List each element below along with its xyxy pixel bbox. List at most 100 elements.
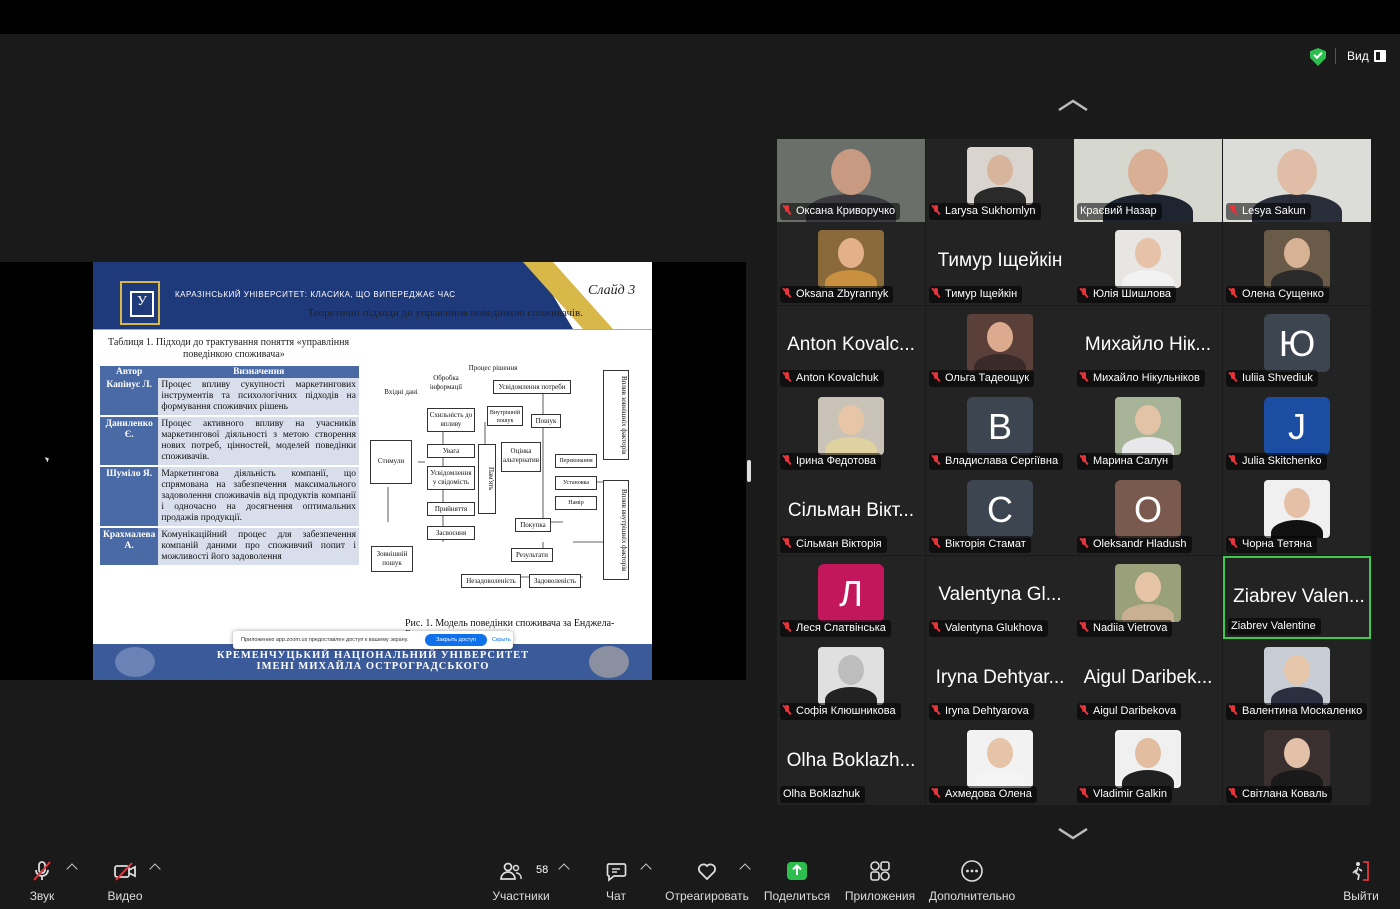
participant-name: Ахмедова Олена	[945, 788, 1032, 800]
diagram-label: Вхідні дані	[384, 388, 418, 396]
participant-tile[interactable]: Ахмедова Олена	[926, 722, 1074, 805]
participant-name-label: Леся Слатвінська	[780, 620, 891, 637]
participant-tile[interactable]: Olha Boklazh... Olha Boklazhuk	[777, 722, 925, 805]
participant-name: Вікторія Стамат	[945, 538, 1026, 550]
mic-muted-icon	[783, 455, 791, 465]
participant-tile[interactable]: Марина Салун	[1074, 389, 1222, 472]
participant-avatar: O	[1115, 480, 1181, 538]
participant-tile[interactable]: Юлія Шишлова	[1074, 222, 1222, 305]
participants-chevron-icon[interactable]	[558, 863, 570, 875]
mic-muted-icon	[1080, 538, 1088, 548]
participant-name-label: Olha Boklazhuk	[780, 786, 866, 803]
participant-tile[interactable]: Nadiia Vietrova	[1074, 556, 1222, 639]
view-menu-button[interactable]: Вид	[1347, 49, 1369, 63]
mic-muted-icon	[932, 205, 940, 215]
participant-name: Aigul Daribekova	[1093, 705, 1177, 717]
mic-muted-icon	[1080, 788, 1088, 798]
slide-subtitle: Теоретичні підходи до управління поведін…	[307, 307, 583, 319]
participant-tile[interactable]: Larysa Sukhomlyn	[926, 139, 1074, 222]
participant-display-name: Olha Boklazh...	[786, 750, 916, 771]
footer-university-name: КРЕМЕНЧУЦЬКИЙ НАЦІОНАЛЬНИЙ УНІВЕРСИТЕТ І…	[173, 650, 573, 672]
participant-tile[interactable]: Олена Сущенко	[1223, 222, 1371, 305]
participant-tile[interactable]: Ольга Тадеощук	[926, 306, 1074, 389]
participant-name: Oksana Zbyrannyk	[796, 288, 889, 300]
chat-label: Чат	[606, 889, 626, 903]
participant-name-label: Оксана Криворучко	[780, 203, 901, 220]
video-options-chevron-icon[interactable]	[149, 863, 161, 875]
gallery-prev-page-icon[interactable]	[1058, 99, 1088, 111]
participant-tile[interactable]: Краєвий Назар	[1074, 139, 1222, 222]
participant-tile[interactable]: Софія Клюшникова	[777, 639, 925, 722]
participants-button[interactable]: 58 Участники	[490, 849, 552, 909]
table-row: Даниленко Є. Процес активного впливу на …	[100, 416, 359, 467]
diagram-box-results: Результати	[511, 548, 553, 562]
participant-tile[interactable]: В Владислава Сергіївна	[926, 389, 1074, 472]
mic-muted-icon	[1080, 622, 1088, 632]
participant-tile[interactable]: J Julia Skitchenko	[1223, 389, 1371, 472]
chat-chevron-icon[interactable]	[640, 863, 652, 875]
participant-tile[interactable]: Lesya Sakun	[1223, 139, 1371, 222]
hide-notice-link[interactable]: Скрыть	[492, 637, 511, 643]
mic-muted-icon	[1229, 538, 1237, 548]
participant-name: Lesya Sakun	[1242, 205, 1306, 217]
participant-tile[interactable]: Iryna Dehtyar... Iryna Dehtyarova	[926, 639, 1074, 722]
participant-tile[interactable]: С Вікторія Стамат	[926, 472, 1074, 555]
share-screen-button[interactable]: Поделиться	[762, 849, 832, 909]
react-button[interactable]: Отреагировать	[664, 849, 750, 909]
diagram-box-beliefs: Переконання	[555, 454, 597, 468]
participant-avatar: Л	[818, 564, 884, 622]
diagram-box-evaluation: Оцінка альтернатив	[501, 442, 541, 472]
participant-name: Anton Kovalchuk	[796, 372, 879, 384]
participant-tile[interactable]: Оксана Криворучко	[777, 139, 925, 222]
table-row: Крахмалева А. Комунікаційний процес для …	[100, 527, 359, 567]
view-layout-icon[interactable]	[1374, 50, 1386, 62]
participant-tile[interactable]: Ірина Федотова	[777, 389, 925, 472]
audio-button[interactable]: Звук	[20, 849, 64, 909]
leave-button[interactable]: Выйти	[1340, 849, 1382, 909]
participant-name: Марина Салун	[1093, 455, 1169, 467]
participant-name-label: Владислава Сергіївна	[929, 453, 1064, 470]
camera-off-icon	[114, 862, 136, 881]
table-cell-author: Капінус Л.	[100, 378, 159, 417]
participant-tile[interactable]: O Oleksandr Hladush	[1074, 472, 1222, 555]
participant-tile[interactable]: Oksana Zbyrannyk	[777, 222, 925, 305]
participant-tile[interactable]: Світлана Коваль	[1223, 722, 1371, 805]
more-button[interactable]: Дополнительно	[928, 849, 1016, 909]
participant-tile[interactable]: Anton Kovalc... Anton Kovalchuk	[777, 306, 925, 389]
face-shape	[838, 405, 864, 435]
participant-name: Ziabrev Valentine	[1231, 620, 1316, 632]
gallery-next-page-icon[interactable]	[1058, 828, 1088, 840]
face-shape	[987, 155, 1013, 185]
participant-tile[interactable]: Сільман Вікт... Сільман Вікторія	[777, 472, 925, 555]
notice-text: Приложению app.zoom.us предоставлен дост…	[241, 637, 409, 643]
participant-display-name: Aigul Daribek...	[1083, 667, 1213, 688]
face-shape	[838, 238, 864, 268]
mic-muted-icon	[1229, 288, 1237, 298]
participant-tile[interactable]: Ziabrev Valen... Ziabrev Valentine	[1223, 556, 1371, 639]
diagram-box-retention: Засвоєння	[427, 526, 475, 540]
split-resize-handle[interactable]	[747, 460, 751, 482]
participant-avatar	[967, 730, 1033, 788]
video-button[interactable]: Видео	[100, 849, 150, 909]
chat-button[interactable]: Чат	[596, 849, 636, 909]
face-shape	[831, 149, 871, 195]
participant-avatar	[1264, 480, 1330, 538]
participant-name-label: Ольга Тадеощук	[929, 370, 1035, 387]
participant-tile[interactable]: Ю Iuliia Shvediuk	[1223, 306, 1371, 389]
diagram-box-search: Пошук	[531, 414, 561, 428]
participant-tile[interactable]: Л Леся Слатвінська	[777, 556, 925, 639]
participant-tile[interactable]: Михайло Нік... Михайло Нікульніков	[1074, 306, 1222, 389]
participant-name-label: Краєвий Назар	[1077, 203, 1162, 220]
participant-tile[interactable]: Тимур Іщейкін Тимур Іщейкін	[926, 222, 1074, 305]
audio-options-chevron-icon[interactable]	[66, 863, 78, 875]
mic-muted-icon	[1229, 788, 1237, 798]
participant-tile[interactable]: Валентина Москаленко	[1223, 639, 1371, 722]
apps-button[interactable]: Приложения	[842, 849, 918, 909]
stop-sharing-button[interactable]: Закрыть доступ	[425, 634, 487, 646]
participant-tile[interactable]: Valentyna Gl... Valentyna Glukhova	[926, 556, 1074, 639]
participant-tile[interactable]: Aigul Daribek... Aigul Daribekova	[1074, 639, 1222, 722]
participant-tile[interactable]: Чорна Тетяна	[1223, 472, 1371, 555]
participant-name-label: Ахмедова Олена	[929, 786, 1037, 803]
participant-tile[interactable]: Vladimir Galkin	[1074, 722, 1222, 805]
participants-icon	[500, 862, 522, 880]
